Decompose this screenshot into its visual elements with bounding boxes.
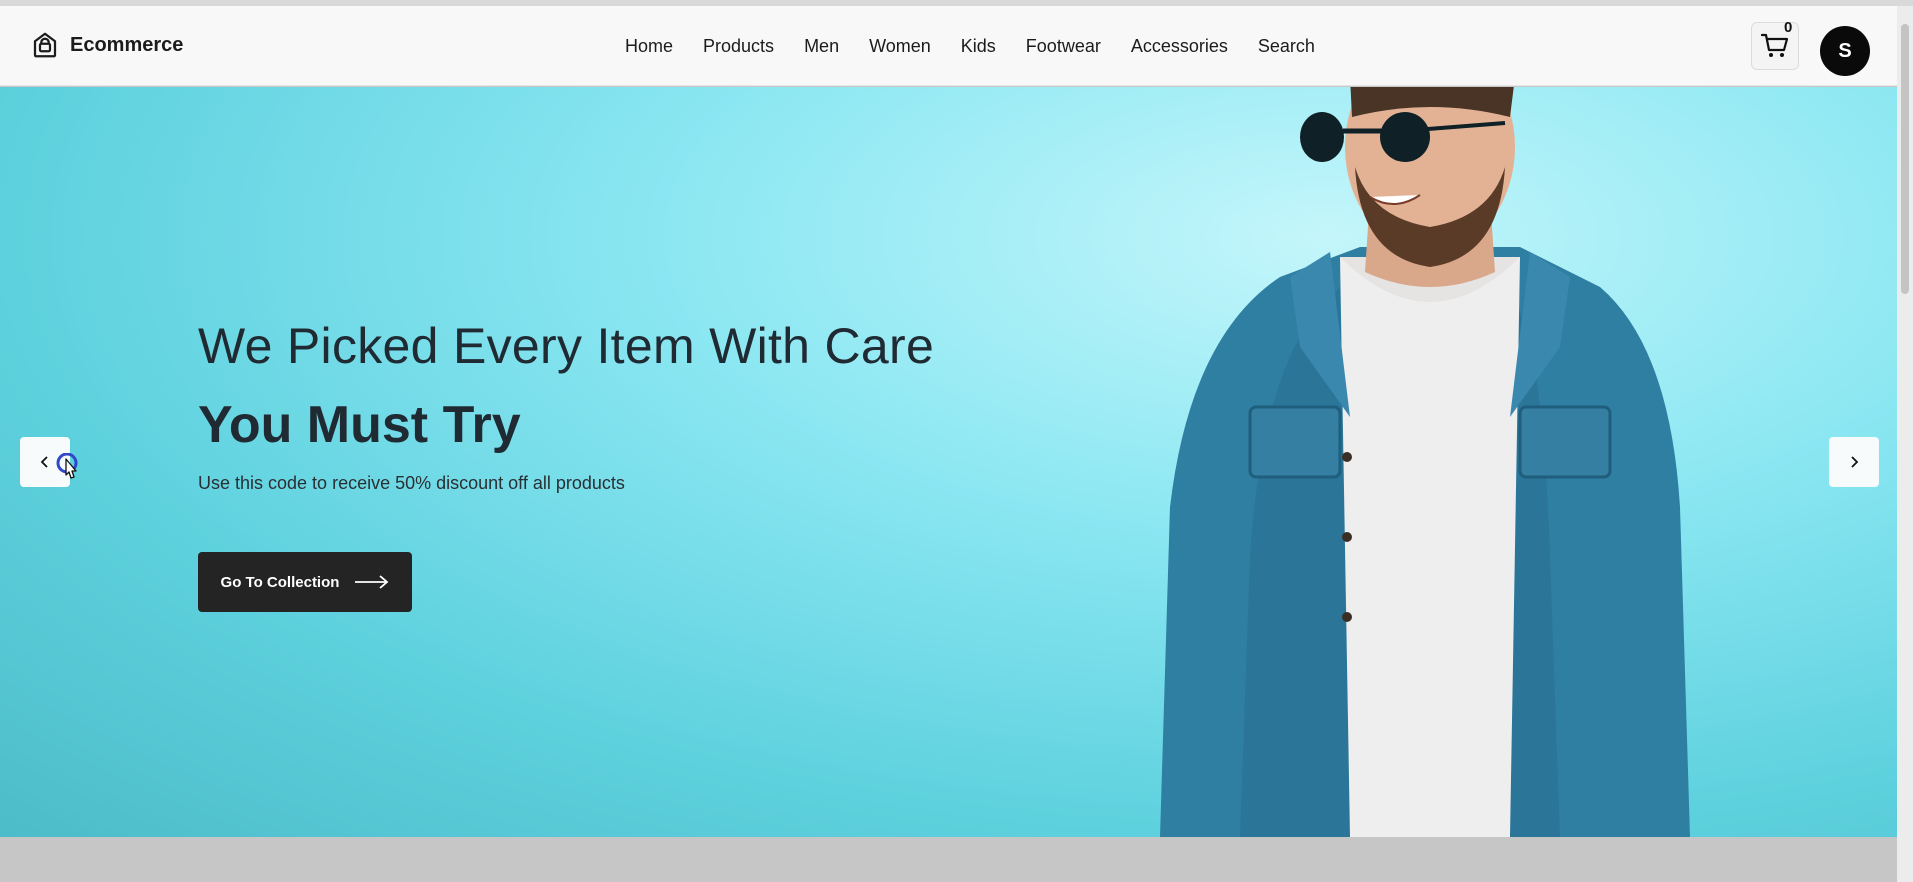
slider-next-button[interactable] [1829,437,1879,487]
chevron-left-icon [40,456,48,468]
nav-accessories[interactable]: Accessories [1116,36,1243,57]
nav-men[interactable]: Men [789,36,854,57]
hero-banner: We Picked Every Item With Care You Must … [0,87,1897,837]
page: Ecommerce Home Products Men Women Kids F… [0,0,1913,882]
chevron-right-icon [1851,456,1859,468]
brand-link[interactable]: Ecommerce [30,30,183,60]
hero-text-block: We Picked Every Item With Care You Must … [198,317,934,494]
nav-footwear[interactable]: Footwear [1011,36,1116,57]
page-scrollbar[interactable] [1897,6,1913,882]
hero-model-image [1160,87,1690,837]
main-nav: Home Products Men Women Kids Footwear Ac… [610,36,1330,57]
pointer-cursor-icon [56,453,78,479]
shopping-bag-icon [33,32,57,58]
cart-icon [1760,33,1789,57]
brand-name: Ecommerce [70,33,184,56]
cart-count-badge: 0 [1784,19,1793,36]
hero-subheadline: You Must Try [198,396,521,454]
hero-headline: We Picked Every Item With Care [198,318,935,374]
user-avatar[interactable]: S [1820,26,1870,76]
nav-products[interactable]: Products [688,36,789,57]
go-to-collection-button[interactable]: Go To Collection [198,552,412,612]
below-fold-area [0,837,1897,882]
arrow-right-icon [355,575,389,589]
site-header: Ecommerce Home Products Men Women Kids F… [0,6,1897,86]
hero-description: Use this code to receive 50% discount of… [198,473,625,493]
nav-home[interactable]: Home [610,36,688,57]
cta-label: Go To Collection [220,573,340,591]
nav-women[interactable]: Women [854,36,946,57]
nav-kids[interactable]: Kids [946,36,1011,57]
scrollbar-thumb[interactable] [1901,24,1909,294]
nav-search[interactable]: Search [1243,36,1330,57]
